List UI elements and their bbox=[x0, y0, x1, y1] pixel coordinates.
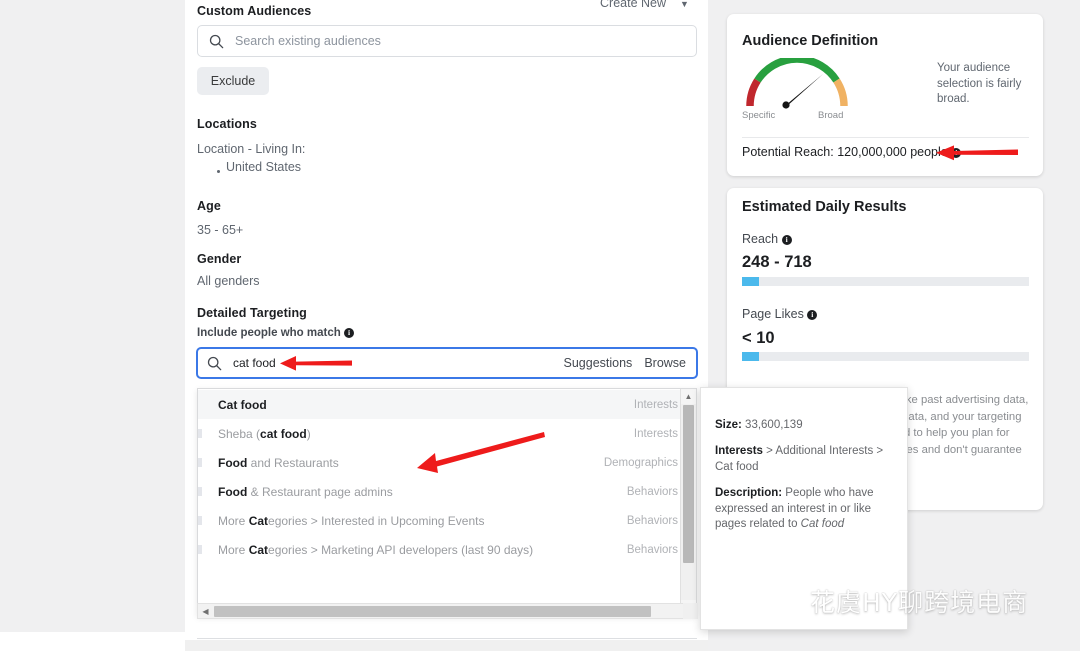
suggestion-label: More Categories > Marketing API develope… bbox=[218, 542, 534, 557]
page-likes-value: < 10 bbox=[742, 329, 775, 347]
suggestion-category: Interests bbox=[633, 398, 678, 411]
audience-search-input[interactable]: Search existing audiences bbox=[197, 25, 697, 57]
create-new-dropdown[interactable]: Create New ▼ bbox=[600, 0, 689, 10]
suggestion-row[interactable]: Cat food Interests bbox=[198, 390, 682, 419]
suggestion-row[interactable]: Sheba (cat food) Interests bbox=[198, 419, 682, 448]
detailed-targeting-query: cat food bbox=[233, 356, 276, 370]
card-separator bbox=[742, 137, 1029, 138]
suggestion-category: Behaviors bbox=[626, 514, 678, 527]
potential-reach-value: 120,000,000 people bbox=[837, 145, 948, 159]
suggestion-category: Demographics bbox=[603, 456, 678, 469]
row-edge-marker bbox=[198, 429, 202, 438]
suggestion-label: More Categories > Interested in Upcoming… bbox=[218, 513, 485, 528]
search-icon bbox=[209, 34, 224, 49]
page-likes-progress-bar bbox=[742, 352, 1029, 361]
suggestion-category: Interests bbox=[633, 427, 678, 440]
location-living-in-label: Location - Living In: bbox=[197, 142, 306, 156]
left-gutter-bottom bbox=[0, 632, 185, 651]
tooltip-path-row: Interests > Additional Interests > Cat f… bbox=[715, 444, 897, 475]
estimated-daily-results-title: Estimated Daily Results bbox=[742, 199, 907, 215]
reach-metric-row: Reach i bbox=[742, 232, 792, 246]
custom-audiences-heading: Custom Audiences bbox=[197, 4, 312, 18]
audience-definition-title: Audience Definition bbox=[742, 33, 879, 49]
left-gutter bbox=[0, 0, 185, 632]
wechat-logo-icon bbox=[757, 581, 801, 620]
row-edge-marker bbox=[198, 545, 202, 554]
gender-heading: Gender bbox=[197, 252, 242, 266]
location-value: United States bbox=[226, 160, 302, 174]
suggestion-row[interactable]: More Categories > Interested in Upcoming… bbox=[198, 506, 682, 535]
suggestion-label: Food and Restaurants bbox=[218, 455, 339, 470]
page-likes-metric-row: Page Likes i bbox=[742, 307, 818, 321]
hscrollbar-thumb[interactable] bbox=[214, 606, 651, 617]
audience-definition-description: Your audience selection is fairly broad. bbox=[937, 62, 1022, 105]
info-icon[interactable]: i bbox=[781, 235, 792, 245]
tooltip-description-term: Cat food bbox=[800, 518, 845, 530]
potential-reach-label: Potential Reach: bbox=[742, 145, 834, 159]
include-people-row: Include people who match i bbox=[197, 327, 354, 339]
gauge-min-label: Specific bbox=[742, 110, 776, 121]
tooltip-description-label: Description: bbox=[715, 487, 783, 499]
dropdown-vertical-scrollbar[interactable]: ▲ ▼ bbox=[680, 389, 696, 615]
suggestion-label: Cat food bbox=[218, 397, 267, 412]
bullet-icon bbox=[217, 170, 220, 173]
reach-label: Reach bbox=[742, 232, 779, 246]
suggestion-label: Sheba (cat food) bbox=[218, 426, 311, 441]
tooltip-path-root: Interests bbox=[715, 445, 763, 457]
suggestion-row[interactable]: Food & Restaurant page admins Behaviors bbox=[198, 477, 682, 506]
targeting-suggestions-dropdown[interactable]: Cat food Interests Sheba (cat food) Interes… bbox=[197, 388, 697, 616]
tooltip-size-value: 33,600,139 bbox=[745, 419, 803, 431]
scrollbar-thumb[interactable] bbox=[683, 405, 694, 563]
wechat-watermark: 花虞HY聊跨境电商 bbox=[757, 581, 1028, 620]
info-icon[interactable]: i bbox=[807, 310, 818, 320]
age-heading: Age bbox=[197, 199, 221, 213]
detailed-targeting-search-input[interactable]: cat food Suggestions Browse bbox=[196, 347, 698, 379]
potential-reach-row: Potential Reach: 120,000,000 people i bbox=[742, 145, 962, 159]
create-new-label: Create New bbox=[600, 0, 666, 10]
scrollbar-corner bbox=[683, 603, 698, 619]
gender-value: All genders bbox=[197, 274, 260, 288]
dropdown-horizontal-scrollbar[interactable]: ◀ ▶ bbox=[197, 603, 697, 619]
reach-value: 248 - 718 bbox=[742, 253, 812, 271]
suggestion-category: Behaviors bbox=[626, 485, 678, 498]
search-mode-links: Suggestions Browse bbox=[552, 356, 687, 370]
reach-progress-fill bbox=[742, 277, 759, 286]
panel-divider bbox=[197, 638, 697, 639]
info-icon[interactable]: i bbox=[343, 328, 354, 338]
suggestions-link[interactable]: Suggestions bbox=[564, 356, 633, 370]
page-likes-label: Page Likes bbox=[742, 307, 804, 321]
exclude-button[interactable]: Exclude bbox=[197, 67, 269, 95]
scroll-left-arrow-icon[interactable]: ◀ bbox=[198, 604, 213, 618]
row-edge-marker bbox=[198, 487, 202, 496]
audience-gauge bbox=[742, 55, 852, 110]
gauge-max-label: Broad bbox=[818, 110, 844, 121]
page-likes-progress-fill bbox=[742, 352, 759, 361]
locations-heading: Locations bbox=[197, 117, 257, 131]
row-edge-marker bbox=[198, 458, 202, 467]
chevron-down-icon: ▼ bbox=[680, 0, 689, 9]
scroll-up-arrow-icon[interactable]: ▲ bbox=[681, 389, 696, 404]
audience-search-placeholder: Search existing audiences bbox=[235, 34, 381, 48]
include-people-label: Include people who match bbox=[197, 327, 341, 339]
age-value: 35 - 65+ bbox=[197, 223, 244, 237]
tooltip-size-label: Size: bbox=[715, 419, 742, 431]
tooltip-size-row: Size: 33,600,139 bbox=[715, 418, 897, 434]
facebook-ads-audience-screen: Custom Audiences Create New ▼ Search exis… bbox=[0, 0, 1080, 651]
suggestion-row[interactable]: Food and Restaurants Demographics bbox=[198, 448, 682, 477]
search-icon bbox=[207, 356, 222, 371]
detailed-targeting-heading: Detailed Targeting bbox=[197, 306, 307, 320]
suggestion-label: Food & Restaurant page admins bbox=[218, 484, 393, 499]
tooltip-description-row: Description: People who have expressed a… bbox=[715, 486, 897, 533]
row-edge-marker bbox=[198, 516, 202, 525]
watermark-text: 花虞HY聊跨境电商 bbox=[810, 587, 1029, 617]
info-icon[interactable]: i bbox=[951, 148, 962, 158]
suggestion-row[interactable]: More Categories > Marketing API develope… bbox=[198, 535, 682, 564]
reach-progress-bar bbox=[742, 277, 1029, 286]
suggestion-category: Behaviors bbox=[626, 543, 678, 556]
browse-link[interactable]: Browse bbox=[644, 356, 686, 370]
